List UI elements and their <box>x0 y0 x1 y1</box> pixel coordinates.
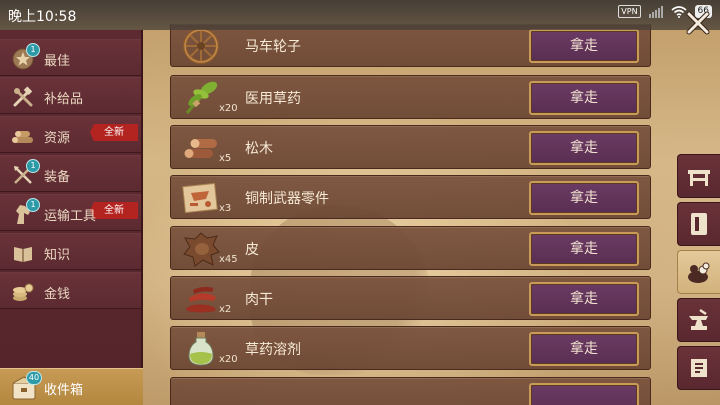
item-name: 肉干 <box>245 292 273 308</box>
item-name: 松木 <box>245 141 273 157</box>
item-name: 马车轮子 <box>245 39 301 55</box>
wagon-wheel-icon <box>183 28 219 64</box>
take-button[interactable]: 拿走 <box>529 29 639 63</box>
hide-icon <box>183 232 220 267</box>
coins-icon <box>10 279 36 305</box>
sidebar-item-money[interactable]: 金钱 <box>0 272 141 309</box>
item-name: 医用草药 <box>245 91 301 107</box>
copper-parts-icon <box>182 182 218 214</box>
take-button[interactable] <box>529 383 639 405</box>
list-item: x3 铜制武器零件 拿走 <box>170 175 651 219</box>
anvil-icon <box>689 308 708 330</box>
sidebar-item-label: 资源 <box>44 131 71 146</box>
map-icon <box>691 359 707 377</box>
workbench-icon <box>688 170 710 186</box>
sidebar-item-label: 最佳 <box>44 54 71 69</box>
take-button[interactable]: 拿走 <box>529 332 639 366</box>
take-button[interactable]: 拿走 <box>529 282 639 316</box>
item-name: 铜制武器零件 <box>245 191 329 207</box>
tab-resources[interactable] <box>677 250 720 294</box>
potion-bottle-icon <box>188 332 214 366</box>
category-sidebar: 1 最佳 补给品 全新 资源 1 装备 1 全新 运输工具 知识 金钱 <box>0 30 143 368</box>
signal-icon <box>648 5 663 18</box>
list-item: x5 松木 拿走 <box>170 125 651 169</box>
item-quantity: x20 <box>219 354 238 365</box>
item-quantity: x20 <box>219 103 238 114</box>
resource-bag-icon <box>688 262 710 283</box>
list-item: x45 皮 拿走 <box>170 226 651 270</box>
sidebar-item-label: 补给品 <box>44 92 84 107</box>
inbox-count-badge: 40 <box>26 371 42 385</box>
jerky-icon <box>186 286 216 313</box>
take-button[interactable]: 拿走 <box>529 181 639 215</box>
tab-workbench[interactable] <box>677 154 720 198</box>
item-quantity: x5 <box>219 153 232 164</box>
count-badge: 1 <box>26 198 40 212</box>
sidebar-item-transport[interactable]: 1 全新 运输工具 <box>0 194 141 231</box>
close-icon[interactable] <box>683 8 713 38</box>
right-tab-bar <box>677 150 720 405</box>
count-badge: 1 <box>26 159 40 173</box>
sidebar-item-knowledge[interactable]: 知识 <box>0 233 141 270</box>
new-ribbon: 全新 <box>90 124 138 141</box>
list-item: x2 肉干 拿走 <box>170 276 651 320</box>
sidebar-item-supplies[interactable]: 补给品 <box>0 77 141 114</box>
sidebar-item-label: 运输工具 <box>44 209 97 224</box>
pine-wood-icon <box>184 139 217 158</box>
sidebar-item-best[interactable]: 1 最佳 <box>0 39 141 76</box>
tab-map[interactable] <box>677 346 720 390</box>
item-name: 皮 <box>245 242 259 258</box>
list-item: 马车轮子 拿走 <box>170 24 651 67</box>
vpn-icon: VPN <box>618 5 641 18</box>
count-badge: 1 <box>26 43 40 57</box>
tab-scroll[interactable] <box>677 202 720 246</box>
list-item: x20 草药溶剂 拿走 <box>170 326 651 370</box>
item-quantity: x3 <box>219 203 232 214</box>
new-ribbon: 全新 <box>90 202 138 219</box>
list-item: x20 医用草药 拿走 <box>170 75 651 119</box>
take-button[interactable]: 拿走 <box>529 131 639 165</box>
inbox-tab[interactable]: 40 收件箱 <box>0 368 143 405</box>
item-quantity: x45 <box>219 254 238 265</box>
list-item <box>170 377 651 405</box>
crossed-tools-icon <box>10 84 36 110</box>
sidebar-item-label: 装备 <box>44 170 71 185</box>
sidebar-item-equipment[interactable]: 1 装备 <box>0 155 141 192</box>
take-button[interactable]: 拿走 <box>529 232 639 266</box>
take-button[interactable]: 拿走 <box>529 81 639 115</box>
sidebar-item-resources[interactable]: 全新 资源 <box>0 116 141 153</box>
status-time: 晚上10:58 <box>8 9 77 25</box>
status-bar: 晚上10:58 VPN 66 <box>0 0 720 30</box>
herb-icon <box>185 81 218 114</box>
inbox-label: 收件箱 <box>44 383 84 398</box>
inbox-item-list[interactable]: 马车轮子 拿走 x20 医用草药 拿走 x5 松木 拿走 x3 铜制武器零件 拿… <box>170 24 651 405</box>
log-pile-icon <box>10 123 36 149</box>
sidebar-item-label: 知识 <box>44 248 71 263</box>
book-icon <box>10 240 36 266</box>
scroll-icon <box>691 213 707 235</box>
tab-anvil[interactable] <box>677 298 720 342</box>
item-name: 草药溶剂 <box>245 342 301 358</box>
item-quantity: x2 <box>219 304 232 315</box>
sidebar-item-label: 金钱 <box>44 287 71 302</box>
